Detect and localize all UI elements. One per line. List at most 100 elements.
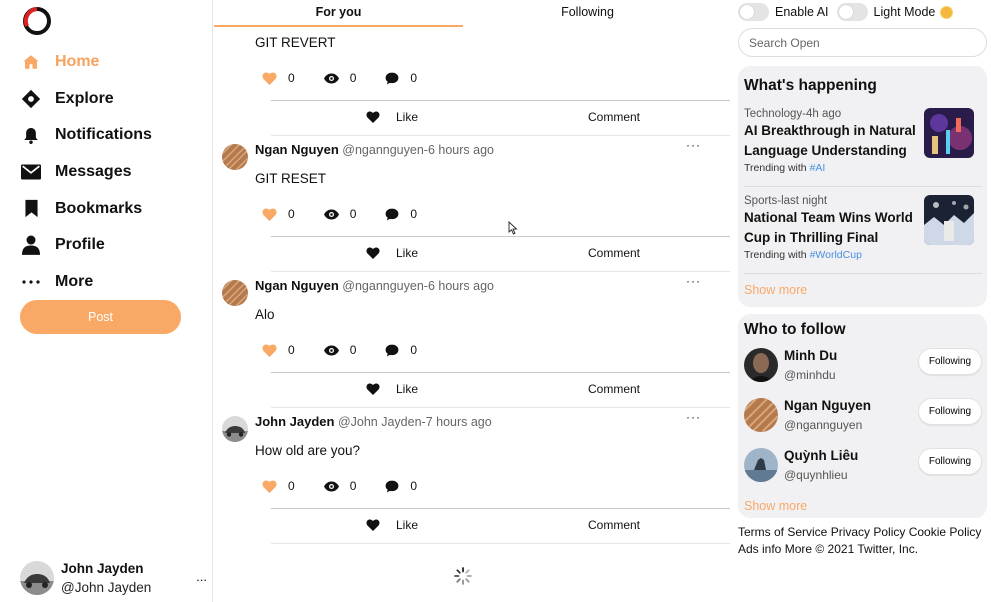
view-count[interactable]: 0 [323, 71, 357, 85]
comment-icon [385, 480, 399, 492]
whats-happening-panel: What's happening Technology-4h ago AI Br… [738, 66, 987, 307]
follow-suggestion[interactable]: Minh Du @minhdu Following [744, 348, 982, 388]
trend-hashtag[interactable]: #WorldCup [810, 249, 862, 261]
nav-label: Home [55, 53, 100, 71]
follow-suggestion[interactable]: Ngan Nguyen @ngannguyen Following [744, 398, 982, 438]
nav-item-explore[interactable]: Explore [20, 81, 152, 118]
footer-line-1[interactable]: Terms of Service Privacy Policy Cookie P… [738, 524, 987, 541]
comment-icon [385, 344, 399, 356]
like-count[interactable]: 0 [262, 71, 295, 85]
envelope-icon [20, 161, 42, 183]
feed-post: Ngan Nguyen @ngannguyen-6 hours ago ··· … [214, 274, 730, 410]
suggestion-handle: @minhdu [784, 368, 836, 382]
like-button[interactable]: Like [366, 110, 418, 124]
comment-button[interactable]: Comment [588, 246, 640, 260]
enable-ai-label: Enable AI [775, 5, 829, 19]
avatar [744, 398, 778, 432]
avatar [20, 561, 54, 595]
search-input[interactable] [738, 28, 987, 57]
following-button[interactable]: Following [918, 398, 982, 425]
light-mode-toggle[interactable] [836, 3, 868, 21]
avatar[interactable] [222, 280, 248, 306]
like-count[interactable]: 0 [262, 479, 295, 493]
right-column: Enable AI Light Mode What's happening Te… [738, 0, 991, 602]
who-to-follow-show-more-link[interactable]: Show more [744, 499, 807, 513]
divider [744, 273, 982, 274]
like-count-value: 0 [288, 71, 295, 85]
nav-label: More [55, 272, 94, 290]
post-actions: Like Comment [271, 236, 730, 272]
like-count[interactable]: 0 [262, 343, 295, 357]
nav-item-profile[interactable]: Profile [20, 227, 152, 264]
following-button[interactable]: Following [918, 348, 982, 375]
like-button[interactable]: Like [366, 518, 418, 532]
eye-icon [323, 345, 339, 355]
trend-item[interactable]: Technology-4h ago AI Breakthrough in Nat… [744, 108, 982, 174]
feed-post: GIT REVERT 0 0 0 Like Comment [214, 0, 730, 138]
current-user-menu[interactable]: John Jayden @John Jayden ... [20, 558, 210, 598]
home-icon [20, 51, 42, 73]
heart-icon [366, 247, 380, 259]
trend-item[interactable]: Sports-last night National Team Wins Wor… [744, 195, 982, 261]
post-menu-icon[interactable]: ··· [686, 410, 701, 424]
following-button[interactable]: Following [918, 448, 982, 475]
comment-icon [385, 72, 399, 84]
comment-button[interactable]: Comment [588, 110, 640, 124]
like-count-value: 0 [288, 479, 295, 493]
eye-icon [323, 209, 339, 219]
suggestion-handle: @quynhlieu [784, 468, 848, 482]
app-logo-icon[interactable] [22, 6, 52, 36]
nav-item-notifications[interactable]: Notifications [20, 117, 152, 154]
footer-line-2[interactable]: Ads info More © 2021 Twitter, Inc. [738, 541, 987, 558]
post-author-name[interactable]: John Jayden [255, 414, 334, 429]
view-count[interactable]: 0 [323, 207, 357, 221]
view-count-value: 0 [349, 207, 357, 221]
nav-item-more[interactable]: More [20, 264, 152, 301]
trends-show-more-link[interactable]: Show more [744, 283, 807, 297]
explore-icon [20, 88, 42, 110]
post-button[interactable]: Post [20, 300, 181, 334]
comment-count[interactable]: 0 [385, 207, 417, 221]
post-stats: 0 0 0 [262, 207, 446, 221]
comment-count[interactable]: 0 [385, 71, 417, 85]
person-icon [20, 234, 42, 256]
nav-label: Profile [55, 236, 105, 254]
comment-button[interactable]: Comment [588, 518, 640, 532]
nav-item-home[interactable]: Home [20, 44, 152, 81]
like-button[interactable]: Like [366, 382, 418, 396]
avatar[interactable] [222, 144, 248, 170]
avatar[interactable] [222, 416, 248, 442]
follow-suggestion[interactable]: Quỳnh Liêu @quynhlieu Following [744, 448, 982, 488]
comment-count[interactable]: 0 [385, 343, 417, 357]
trend-hashtag[interactable]: #AI [810, 162, 826, 174]
view-count[interactable]: 0 [323, 479, 357, 493]
view-count-value: 0 [349, 479, 357, 493]
nav-item-messages[interactable]: Messages [20, 154, 152, 191]
user-menu-icon[interactable]: ... [196, 569, 207, 584]
more-dots-icon [20, 271, 42, 293]
view-count-value: 0 [349, 71, 357, 85]
post-author-meta: @ngannguyen-6 hours ago [342, 143, 494, 157]
trend-prefix: Trending with [744, 249, 807, 261]
view-count[interactable]: 0 [323, 343, 356, 357]
heart-icon [366, 111, 380, 123]
comment-count[interactable]: 0 [385, 479, 417, 493]
post-author-name[interactable]: Ngan Nguyen [255, 142, 339, 157]
feed-post: John Jayden @John Jayden-7 hours ago ···… [214, 410, 730, 546]
nav-item-bookmarks[interactable]: Bookmarks [20, 190, 152, 227]
trend-title: National Team Wins World Cup in Thrillin… [744, 210, 913, 245]
post-text: Alo [255, 307, 275, 322]
comment-button[interactable]: Comment [588, 382, 640, 396]
like-count[interactable]: 0 [262, 207, 295, 221]
avatar [744, 448, 778, 482]
trend-image [924, 108, 974, 158]
like-button[interactable]: Like [366, 246, 418, 260]
post-actions: Like Comment [271, 372, 730, 408]
comment-count-value: 0 [410, 343, 418, 357]
post-author-name[interactable]: Ngan Nguyen [255, 278, 339, 293]
enable-ai-toggle[interactable] [738, 3, 769, 21]
post-menu-icon[interactable]: ··· [686, 138, 701, 152]
post-text: GIT RESET [255, 171, 327, 186]
suggestion-name: Ngan Nguyen [784, 398, 872, 413]
post-menu-icon[interactable]: ··· [686, 274, 701, 288]
